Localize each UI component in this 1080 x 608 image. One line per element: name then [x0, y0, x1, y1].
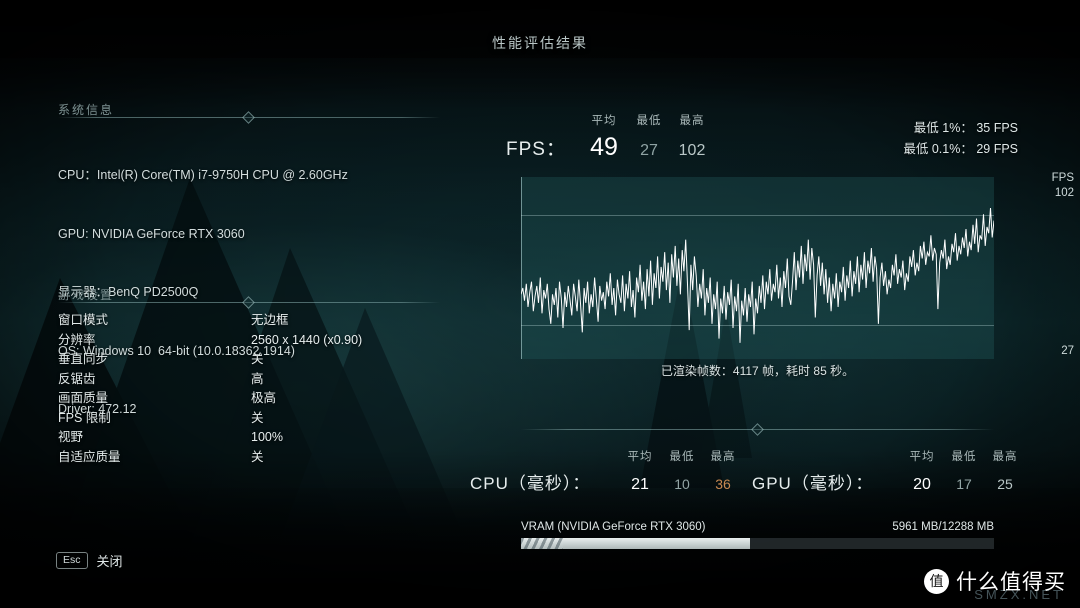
- setting-key: 垂直同步: [58, 352, 109, 366]
- low-1-percent-row: 最低 1%： 35 FPS: [903, 118, 1018, 139]
- fps-graph-line: [521, 177, 994, 359]
- fps-min-value: 27: [640, 142, 658, 159]
- graph-axis-top: FPS 102: [1052, 171, 1074, 201]
- gpu-col-max-label: 最高: [992, 451, 1018, 463]
- gpu-column-headers: 平均 最低 最高: [900, 448, 1026, 464]
- gpu-label: GPU（毫秒）：: [752, 474, 874, 493]
- vram-value: 5961 MB/12288 MB: [892, 521, 994, 533]
- fps-graph: [521, 177, 994, 359]
- graph-axis-max-value: 102: [1054, 187, 1074, 199]
- fps-col-max-label: 最高: [679, 115, 705, 127]
- setting-value: 无边框: [251, 313, 289, 327]
- system-info-line: GPU: NVIDIA GeForce RTX 3060: [58, 226, 245, 241]
- watermark: 值 什么值得买: [924, 566, 1066, 596]
- fps-avg-value: 49: [590, 133, 618, 161]
- benchmark-result-screen: 性能评估结果 系统信息 CPU：Intel(R) Core(TM) i7-975…: [0, 0, 1080, 608]
- setting-row: 画面质量 极高: [58, 389, 362, 409]
- graph-axis-min-value: 27: [1061, 345, 1074, 357]
- system-info-line: CPU：Intel(R) Core(TM) i7-9750H CPU @ 2.6…: [58, 168, 348, 182]
- game-settings-heading: 游戏设置: [58, 288, 115, 302]
- setting-key: 反锯齿: [58, 371, 96, 386]
- cpu-column-headers: 平均 最低 最高: [618, 448, 744, 464]
- setting-key: 视野: [58, 430, 84, 444]
- close-hint[interactable]: Esc 关闭: [56, 551, 123, 570]
- gpu-values-row: GPU（毫秒）： 20 17 25: [752, 469, 1026, 494]
- gpu-col-min-label: 最低: [951, 451, 977, 463]
- gpu-min-value: 17: [956, 476, 972, 492]
- setting-key: 窗口模式: [58, 313, 109, 327]
- setting-row: 自适应质量 关: [58, 448, 362, 468]
- low-01-percent-row: 最低 0.1%： 29 FPS: [903, 139, 1018, 160]
- low-1-percent-value: 35 FPS: [976, 121, 1018, 135]
- setting-row: 垂直同步 关: [58, 350, 362, 370]
- vram-header: VRAM (NVIDIA GeForce RTX 3060) 5961 MB/1…: [521, 521, 994, 533]
- setting-value: 高: [251, 371, 264, 386]
- low-01-percent-label: 最低 0.1%：: [903, 142, 973, 156]
- system-info-heading: 系统信息: [58, 103, 115, 117]
- fps-col-avg-label: 平均: [591, 115, 617, 127]
- setting-row: 反锯齿 高: [58, 370, 362, 390]
- setting-row: FPS 限制 关: [58, 409, 362, 429]
- fps-values-row: FPS： 49 27 102: [506, 133, 714, 162]
- low-01-percent-value: 29 FPS: [976, 142, 1018, 156]
- cpu-label: CPU（毫秒）：: [470, 474, 591, 493]
- cpu-col-avg-label: 平均: [627, 451, 653, 463]
- gpu-col-avg-label: 平均: [909, 451, 935, 463]
- gpu-max-value: 25: [997, 476, 1013, 492]
- fps-max-value: 102: [678, 142, 706, 159]
- cpu-min-value: 10: [674, 476, 690, 492]
- fps-label: FPS：: [506, 139, 566, 160]
- fps-col-min-label: 最低: [636, 115, 662, 127]
- setting-key: 画面质量: [58, 391, 109, 405]
- vram-usage: VRAM (NVIDIA GeForce RTX 3060) 5961 MB/1…: [521, 521, 994, 549]
- setting-row: 视野 100%: [58, 428, 362, 448]
- setting-key: FPS 限制: [58, 410, 111, 425]
- vram-progress-bar: [521, 538, 994, 549]
- cpu-values-row: CPU（毫秒）： 21 10 36: [470, 469, 744, 494]
- esc-key-icon: Esc: [56, 552, 88, 569]
- setting-value: 2560 x 1440 (x0.90): [251, 332, 363, 347]
- cpu-max-value: 36: [715, 476, 731, 492]
- page-title: 性能评估结果: [492, 35, 588, 51]
- cpu-col-max-label: 最高: [710, 451, 736, 463]
- setting-value: 100%: [251, 430, 283, 444]
- cpu-avg-value: 21: [631, 476, 649, 493]
- gpu-avg-value: 20: [913, 476, 931, 493]
- low-1-percent-label: 最低 1%：: [913, 121, 973, 135]
- low-percentile-stats: 最低 1%： 35 FPS 最低 0.1%： 29 FPS: [903, 118, 1018, 160]
- setting-value: 关: [251, 410, 264, 425]
- vram-progress-fill: [521, 538, 751, 549]
- fps-column-headers: 平均 最低 最高: [580, 112, 714, 128]
- close-label: 关闭: [96, 554, 123, 569]
- setting-value: 关: [251, 449, 264, 464]
- setting-key: 自适应质量: [58, 449, 121, 464]
- setting-row: 分辨率 2560 x 1440 (x0.90): [58, 331, 362, 351]
- setting-row: 窗口模式 无边框: [58, 311, 362, 331]
- game-settings-list: 窗口模式 无边框 分辨率 2560 x 1440 (x0.90) 垂直同步 关 …: [58, 311, 362, 467]
- watermark-badge-icon: 值: [924, 568, 949, 594]
- setting-value: 关: [251, 352, 264, 366]
- graph-axis-unit: FPS: [1051, 172, 1074, 184]
- watermark-text: 什么值得买: [956, 571, 1066, 594]
- vram-label: VRAM (NVIDIA GeForce RTX 3060): [521, 521, 706, 533]
- cpu-col-min-label: 最低: [669, 451, 695, 463]
- setting-key: 分辨率: [58, 332, 96, 347]
- setting-value: 极高: [251, 391, 277, 405]
- graph-caption: 已渲染帧数：4117 帧，耗时 85 秒。: [660, 364, 855, 378]
